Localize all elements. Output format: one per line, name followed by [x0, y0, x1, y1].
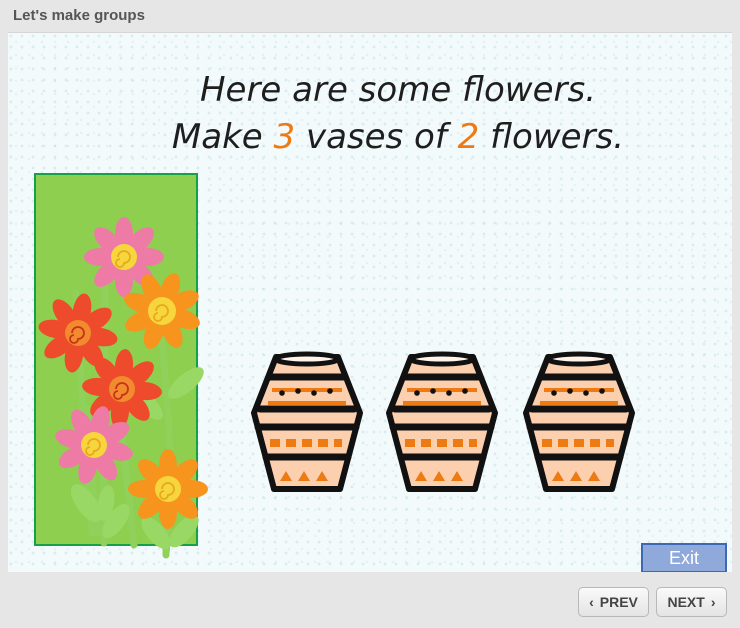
prev-button[interactable]: ‹ PREV — [578, 587, 649, 617]
exit-button[interactable]: Exit — [641, 543, 727, 573]
vase-count: 3 — [273, 117, 296, 157]
chevron-left-icon: ‹ — [589, 594, 594, 610]
flowers-per-vase: 2 — [457, 117, 480, 157]
flower-bunch — [37, 217, 208, 559]
instruction-line-1: Here are some flowers. — [199, 70, 597, 110]
instruction-text: Here are some flowers. Make 3 vases of 2… — [8, 67, 732, 161]
instruction-line-2: Make 3 vases of 2 flowers. — [171, 117, 625, 157]
window-title: Let's make groups — [13, 7, 145, 24]
activity-stage: Here are some flowers. Make 3 vases of 2… — [8, 32, 732, 573]
chevron-right-icon: › — [710, 594, 716, 610]
vase-1[interactable] — [248, 351, 366, 495]
footer-bar: ‹ PREV NEXT › — [0, 572, 740, 628]
vase-2[interactable] — [383, 351, 501, 495]
next-label: NEXT — [667, 594, 705, 610]
vase-3[interactable] — [520, 351, 638, 495]
title-bar: Let's make groups — [0, 0, 740, 32]
next-button[interactable]: NEXT › — [656, 587, 727, 617]
prev-label: PREV — [599, 594, 638, 610]
flower[interactable] — [128, 449, 208, 529]
